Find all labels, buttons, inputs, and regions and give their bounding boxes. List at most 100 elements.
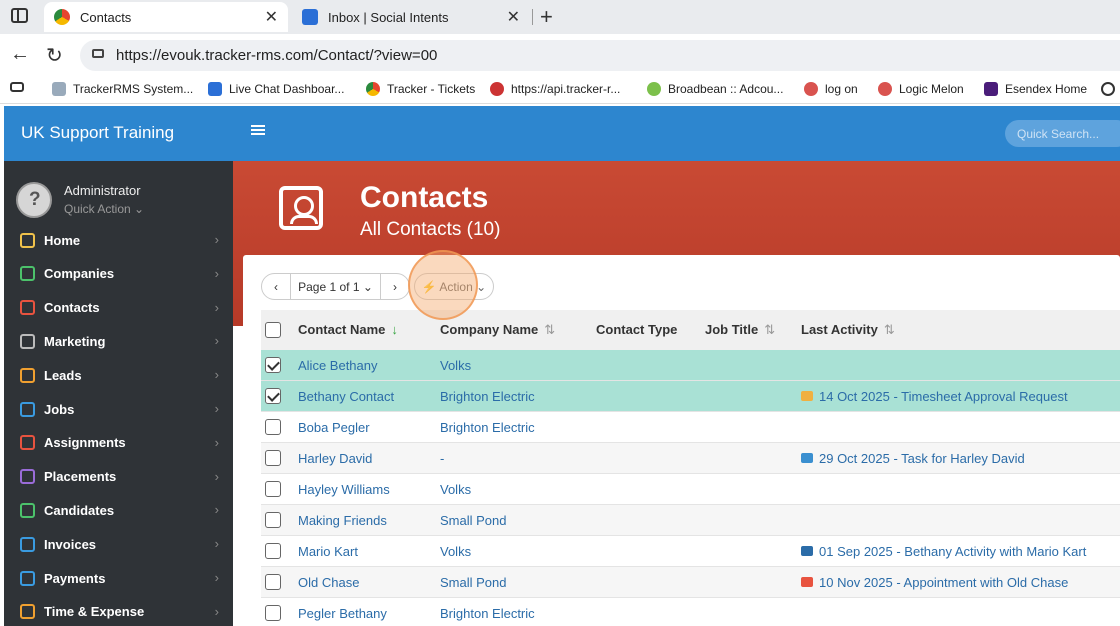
sidebar-item-label: Assignments (44, 435, 126, 451)
company-name-link[interactable]: Brighton Electric (440, 420, 535, 435)
tab-inbox[interactable]: Inbox | Social Intents ✕ (292, 2, 530, 32)
col-job-title[interactable]: Job Title ⇅ (705, 322, 775, 338)
table-row[interactable]: Mario Kart Volks 01 Sep 2025 - Bethany Act… (261, 536, 1120, 567)
table-row[interactable]: Old Chase Small Pond 10 Nov 2025 - Appoint… (261, 567, 1120, 598)
contact-name-link[interactable]: Making Friends (298, 513, 387, 528)
table-row[interactable]: Bethany Contact Brighton Electric 14 Oct 2… (261, 381, 1120, 412)
bookmark-item[interactable]: Live Chat Dashboar... (208, 82, 344, 96)
company-name-link[interactable]: Small Pond (440, 575, 506, 590)
last-activity-link[interactable]: 29 Oct 2025 - Task for Harley David (801, 451, 1025, 466)
url-text: https://evouk.tracker-rms.com/Contact/?v… (116, 47, 438, 64)
sidebar-item-companies[interactable]: Companies › (4, 259, 233, 289)
page-title: Contacts (360, 181, 489, 214)
row-checkbox[interactable] (265, 512, 281, 528)
activity-icon (801, 546, 813, 556)
quick-search-input[interactable]: Quick Search... (1005, 120, 1120, 147)
company-name-link[interactable]: Volks (440, 482, 471, 497)
bookmark-item[interactable]: log on (804, 82, 858, 96)
sidebar-item-jobs[interactable]: Jobs › (4, 394, 233, 424)
table-row[interactable]: Making Friends Small Pond (261, 505, 1120, 536)
row-checkbox[interactable] (265, 481, 281, 497)
table-row[interactable]: Boba Pegler Brighton Electric (261, 412, 1120, 443)
back-icon[interactable]: ← (10, 43, 30, 66)
contact-name-link[interactable]: Pegler Bethany (298, 606, 387, 621)
hamburger-menu-icon[interactable] (251, 125, 265, 127)
site-info-icon[interactable] (92, 49, 104, 58)
col-last-activity[interactable]: Last Activity ⇅ (801, 322, 895, 338)
sidebar-item-label: Invoices (44, 536, 97, 552)
sidebar-item-label: Leads (44, 367, 82, 383)
col-contact-type[interactable]: Contact Type (596, 322, 677, 337)
table-row[interactable]: Harley David - 29 Oct 2025 - Task for Harl… (261, 443, 1120, 474)
bookmark-label: Broadbean :: Adcou... (668, 82, 784, 96)
col-contact-name[interactable]: Contact Name ↓ (298, 322, 398, 337)
bookmarks-icon[interactable] (10, 82, 31, 92)
table-row[interactable]: Alice Bethany Volks (261, 350, 1120, 381)
row-checkbox[interactable] (265, 419, 281, 435)
row-checkbox[interactable] (265, 388, 281, 404)
reload-icon[interactable]: ↻ (46, 43, 63, 68)
row-checkbox[interactable] (265, 605, 281, 621)
contact-name-link[interactable]: Boba Pegler (298, 420, 370, 435)
new-tab-button[interactable]: + (540, 4, 553, 30)
sidebar-item-marketing[interactable]: Marketing › (4, 326, 233, 356)
company-name-link[interactable]: Brighton Electric (440, 606, 535, 621)
sidebar-item-assignments[interactable]: Assignments › (4, 428, 233, 458)
sidebar-item-time-expense[interactable]: Time & Expense › (4, 597, 233, 626)
sidebar-item-contacts[interactable]: Contacts › (4, 293, 233, 323)
url-field[interactable]: https://evouk.tracker-rms.com/Contact/?v… (80, 40, 1120, 71)
col-label: Contact Name (298, 322, 386, 337)
contact-name-link[interactable]: Old Chase (298, 575, 359, 590)
company-name-link[interactable]: Volks (440, 358, 471, 373)
sidebar-item-invoices[interactable]: Invoices › (4, 529, 233, 559)
bookmark-item[interactable]: TrackerRMS System... (52, 82, 193, 96)
sidebar-item-candidates[interactable]: Candidates › (4, 495, 233, 525)
page-selector[interactable]: Page 1 of 1 ⌄ (290, 273, 381, 300)
last-activity-link[interactable]: 10 Nov 2025 - Appointment with Old Chase (801, 575, 1068, 590)
select-all-checkbox[interactable] (265, 322, 281, 338)
chevron-right-icon: › (214, 265, 219, 281)
table-row[interactable]: Hayley Williams Volks (261, 474, 1120, 505)
close-tab-icon[interactable]: ✕ (265, 7, 278, 27)
company-name-link[interactable]: Volks (440, 544, 471, 559)
brand-title[interactable]: UK Support Training (4, 106, 233, 161)
close-tab-icon[interactable]: ✕ (507, 7, 520, 27)
last-activity-link[interactable]: 01 Sep 2025 - Bethany Activity with Mari… (801, 544, 1086, 559)
row-checkbox[interactable] (265, 357, 281, 373)
contacts-icon (20, 300, 35, 316)
table-row[interactable]: Pegler Bethany Brighton Electric (261, 598, 1120, 626)
contact-name-link[interactable]: Mario Kart (298, 544, 358, 559)
row-checkbox[interactable] (265, 574, 281, 590)
contact-name-link[interactable]: Harley David (298, 451, 372, 466)
bookmark-item[interactable]: Esendex Home (984, 82, 1087, 96)
globe-icon[interactable] (1101, 82, 1120, 96)
contact-name-link[interactable]: Alice Bethany (298, 358, 378, 373)
row-checkbox[interactable] (265, 450, 281, 466)
bookmark-item[interactable]: Broadbean :: Adcou... (647, 82, 783, 96)
sidebar-toggle-icon[interactable] (11, 8, 28, 23)
avatar[interactable] (16, 182, 52, 218)
contact-name-link[interactable]: Bethany Contact (298, 389, 394, 404)
company-name-link[interactable]: - (440, 451, 444, 466)
bookmark-item[interactable]: Logic Melon (878, 82, 964, 96)
last-activity-link[interactable]: 14 Oct 2025 - Timesheet Approval Request (801, 389, 1068, 404)
bookmark-item[interactable]: Tracker - Tickets (366, 82, 475, 96)
time-expense-icon (20, 604, 35, 620)
sidebar-item-home[interactable]: Home › (4, 225, 233, 255)
contact-name-link[interactable]: Hayley Williams (298, 482, 390, 497)
sidebar-item-placements[interactable]: Placements › (4, 462, 233, 492)
company-name-link[interactable]: Brighton Electric (440, 389, 535, 404)
sidebar-item-leads[interactable]: Leads › (4, 360, 233, 390)
bookmark-label: Live Chat Dashboar... (229, 82, 345, 96)
sidebar-item-payments[interactable]: Payments › (4, 563, 233, 593)
tab-contacts[interactable]: Contacts ✕ (44, 2, 288, 32)
quick-action-dropdown[interactable]: Quick Action ⌄ (64, 202, 144, 216)
row-checkbox[interactable] (265, 543, 281, 559)
next-page-button[interactable]: › (380, 273, 410, 300)
social-intents-favicon-icon (302, 9, 318, 25)
activity-icon (801, 453, 813, 463)
company-name-link[interactable]: Small Pond (440, 513, 506, 528)
bookmark-item[interactable]: https://api.tracker-r... (490, 82, 620, 96)
prev-page-button[interactable]: ‹ (261, 273, 291, 300)
col-company-name[interactable]: Company Name ⇅ (440, 322, 555, 338)
